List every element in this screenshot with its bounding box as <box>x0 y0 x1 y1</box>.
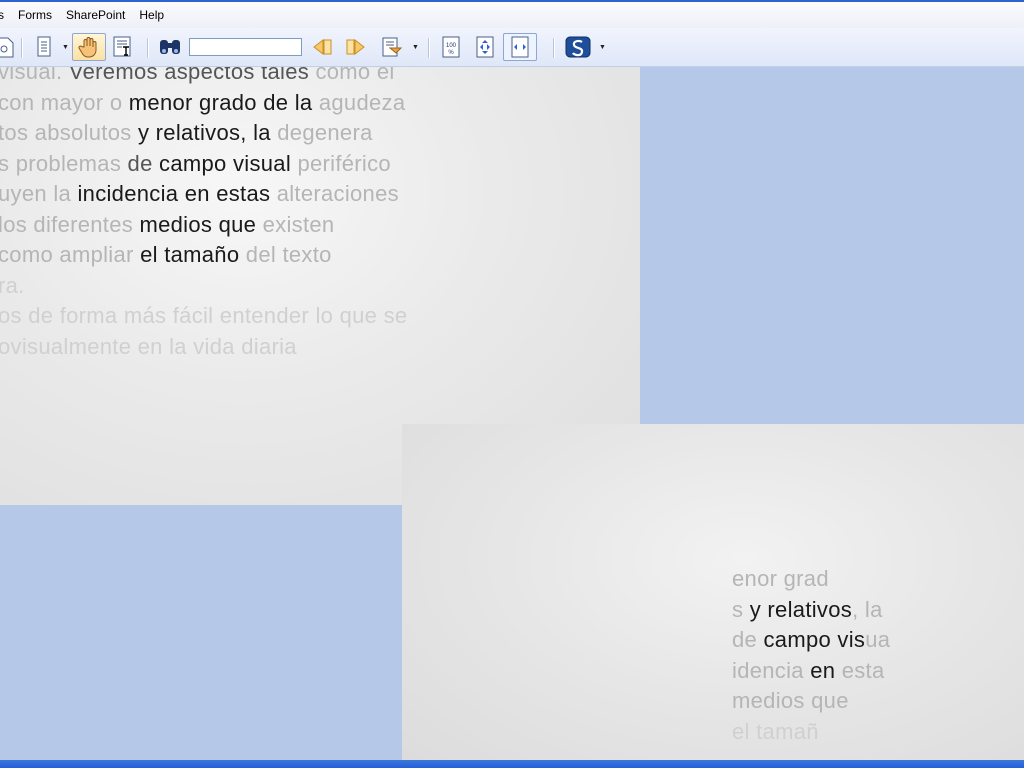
chevron-down-icon[interactable]: ▼ <box>62 44 69 51</box>
menu-help[interactable]: Help <box>132 3 171 27</box>
menu-forms[interactable]: Forms <box>11 3 59 27</box>
text-run: uyen la <box>0 181 78 206</box>
text-line: ovisualmente en la vida diaria <box>0 334 297 360</box>
text-run: el tamaño <box>140 242 246 267</box>
text-run: como ampliar <box>0 242 141 267</box>
text-line: de campo visua <box>732 627 890 653</box>
hand-icon <box>78 37 97 58</box>
text-line: medios que <box>732 688 849 714</box>
page-icon-partial[interactable] <box>0 33 14 61</box>
magnified-page-view[interactable]: enor grad s y relativos, la de campo visua… <box>402 424 1024 760</box>
text-run: de <box>127 150 160 176</box>
text-line: enor grad <box>732 566 829 592</box>
text-run: alteraciones <box>276 181 399 206</box>
text-run: degenera <box>277 120 373 145</box>
find-previous-icon <box>313 38 332 56</box>
text-run: incidencia en estas <box>77 181 277 206</box>
text-run: os de forma más fácil entender lo que se <box>0 303 408 328</box>
text-run: campo vis <box>763 627 866 652</box>
highlight-text-icon <box>382 37 403 57</box>
find-input[interactable] <box>189 38 302 56</box>
text-run: Veremos aspectos tales <box>68 67 316 84</box>
text-line: con mayor o menor grado de la agudeza <box>0 90 405 116</box>
text-run: s problemas <box>0 150 128 176</box>
text-line: tos absolutos y relativos, la degenera <box>0 120 373 146</box>
text-run: los diferentes <box>0 211 140 237</box>
text-line: ra. <box>0 273 25 299</box>
text-run: idencia <box>732 657 811 683</box>
text-run: de <box>732 627 764 652</box>
svg-text:100: 100 <box>446 43 457 49</box>
text-run: como el <box>315 67 395 84</box>
text-run: ovisualmente en la vida diaria <box>0 333 297 359</box>
select-text-icon <box>113 36 131 57</box>
text-run: del texto <box>245 242 332 267</box>
text-run: , la <box>852 596 883 622</box>
text-run: visual. <box>0 67 69 84</box>
find-previous-button[interactable] <box>308 33 336 61</box>
text-run: y relativos <box>749 596 853 622</box>
find-button[interactable] <box>156 33 184 61</box>
text-run: con mayor o <box>0 89 129 115</box>
highlight-button[interactable] <box>378 33 406 61</box>
text-run: existen <box>262 211 335 237</box>
text-run: tos absolutos <box>0 120 138 145</box>
toolbar-separator <box>147 38 149 58</box>
binoculars-icon <box>160 40 180 54</box>
text-run: ra. <box>0 272 25 298</box>
sharepoint-icon <box>565 36 591 58</box>
text-run: medios que <box>139 211 263 237</box>
text-run: y relativos, la <box>137 120 278 145</box>
text-run: en <box>810 657 842 683</box>
menu-sharepoint[interactable]: SharePoint <box>59 3 132 27</box>
menu-bar: s Forms SharePoint Help <box>0 2 1024 28</box>
text-run: ua <box>865 627 891 652</box>
text-line: los diferentes medios que existen <box>0 212 334 238</box>
sharepoint-button[interactable] <box>562 33 594 61</box>
text-run: agudeza <box>318 89 406 115</box>
actual-size-button[interactable]: 100% <box>438 33 464 61</box>
taskbar <box>0 760 1024 768</box>
find-next-button[interactable] <box>342 33 370 61</box>
menu-tools-partial[interactable]: s <box>0 3 11 27</box>
text-run: enor grad <box>732 566 829 591</box>
actual-size-icon: 100% <box>442 36 460 58</box>
text-run: esta <box>841 657 885 683</box>
text-line: idencia en esta <box>732 658 885 684</box>
text-run: campo visual <box>159 150 298 176</box>
text-line: s y relativos, la <box>732 597 883 623</box>
single-page-icon[interactable] <box>33 33 55 61</box>
text-run: el tamañ <box>732 718 819 744</box>
find-next-icon <box>346 38 365 56</box>
text-run: s <box>732 596 750 622</box>
select-text-button[interactable] <box>110 33 136 61</box>
toolbar-separator <box>21 38 23 58</box>
text-line: s problemas de campo visual periférico <box>0 151 391 177</box>
fit-page-icon <box>476 36 494 58</box>
fit-width-icon <box>511 36 529 58</box>
text-line: visual. Veremos aspectos tales como el <box>0 67 395 85</box>
text-line: uyen la incidencia en estas alteraciones <box>0 181 399 207</box>
text-line: el tamañ <box>732 719 819 745</box>
text-line: os de forma más fácil entender lo que se <box>0 303 407 329</box>
text-run: menor grado de la <box>128 89 319 115</box>
fit-width-button[interactable] <box>503 33 537 61</box>
text-line: como ampliar el tamaño del texto <box>0 242 332 268</box>
text-run: periférico <box>297 150 391 176</box>
fit-page-button[interactable] <box>472 33 498 61</box>
svg-text:%: % <box>448 50 454 56</box>
hand-tool-button[interactable] <box>72 33 106 61</box>
text-run: medios que <box>732 688 849 713</box>
